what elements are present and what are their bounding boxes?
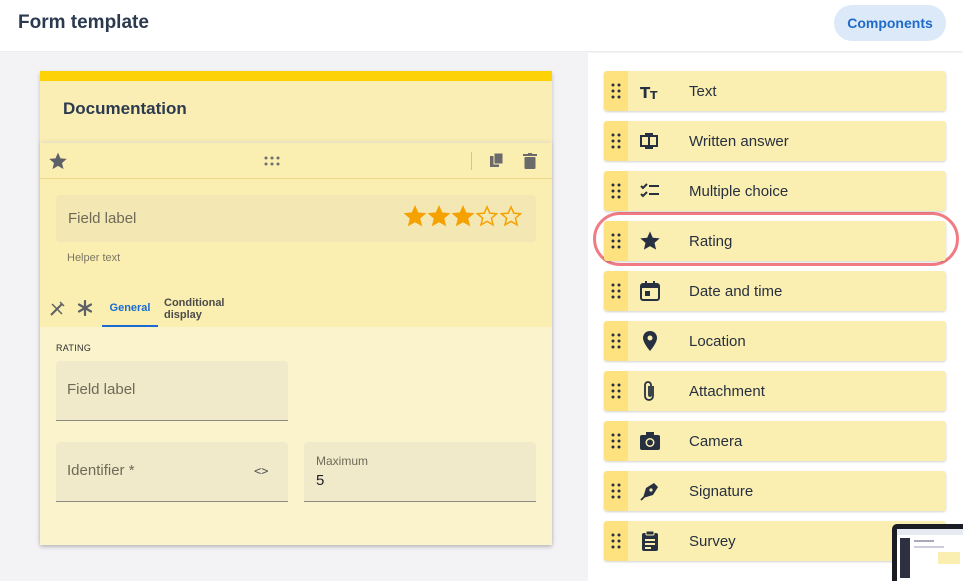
star-icon [640, 231, 660, 250]
drag-grip[interactable] [604, 171, 628, 211]
maximum-input[interactable]: Maximum 5 [304, 442, 536, 502]
component-label: Signature [689, 483, 754, 500]
magic-wand-icon[interactable] [49, 301, 65, 317]
component-location[interactable]: Location [604, 321, 946, 361]
component-attachment[interactable]: Attachment [604, 371, 946, 411]
drag-handle-icon[interactable] [611, 133, 621, 149]
code-icon: <> [254, 464, 269, 478]
tab-general[interactable]: General [102, 291, 158, 327]
component-rating[interactable]: Rating [604, 221, 946, 261]
component-label: Date and time [689, 283, 783, 300]
component-label: Survey [689, 533, 736, 550]
rating-preview-label: Field label [68, 210, 137, 227]
component-label: Text [689, 83, 717, 100]
screen-thumbnail[interactable] [892, 524, 963, 581]
component-multiple-choice[interactable]: Multiple choice [604, 171, 946, 211]
drag-handle-icon[interactable] [611, 83, 621, 99]
drag-grip[interactable] [604, 271, 628, 311]
drag-handle-icon[interactable] [611, 233, 621, 249]
maximum-value: 5 [316, 472, 325, 489]
pen-nib-icon [640, 483, 658, 501]
component-date-and-time[interactable]: Date and time [604, 271, 946, 311]
calendar-icon [640, 281, 660, 301]
field-preview-area: Field label Helper text General Conditio… [40, 143, 552, 327]
component-camera[interactable]: Camera [604, 421, 946, 461]
drag-grip[interactable] [604, 121, 628, 161]
drag-handle-icon[interactable] [264, 155, 280, 167]
component-signature[interactable]: Signature [604, 471, 946, 511]
form-accent-strip [40, 71, 552, 81]
required-asterisk-icon[interactable] [77, 300, 93, 316]
star-outline-icon[interactable] [476, 205, 498, 227]
multiple-choice-icon [640, 183, 659, 198]
star-icon [49, 152, 67, 170]
components-button[interactable]: Components [834, 5, 946, 41]
clipboard-icon [642, 530, 658, 551]
component-written-answer[interactable]: Written answer [604, 121, 946, 161]
toolbar-divider [471, 152, 472, 170]
top-bar: Form template Components [0, 0, 963, 52]
duplicate-icon[interactable] [490, 153, 504, 169]
component-label: Location [689, 333, 746, 350]
written-answer-icon [640, 133, 658, 149]
drag-grip[interactable] [604, 521, 628, 561]
identifier-placeholder: Identifier * [67, 462, 135, 479]
helper-text: Helper text [67, 252, 121, 264]
delete-icon[interactable] [523, 153, 537, 169]
star-outline-icon[interactable] [500, 205, 522, 227]
svg-text:T: T [650, 89, 658, 102]
component-label: Camera [689, 433, 743, 450]
rating-preview: Field label [56, 195, 536, 242]
drag-handle-icon[interactable] [611, 483, 621, 499]
drag-grip[interactable] [604, 371, 628, 411]
drag-grip[interactable] [604, 471, 628, 511]
drag-grip[interactable] [604, 321, 628, 361]
drag-handle-icon[interactable] [611, 533, 621, 549]
tab-conditional-display[interactable]: Conditional display [164, 291, 264, 327]
maximum-label: Maximum [316, 454, 369, 468]
star-filled-icon[interactable] [452, 205, 474, 227]
paperclip-icon [644, 381, 654, 401]
drag-grip[interactable] [604, 421, 628, 461]
field-label-input[interactable]: Field label [56, 361, 288, 421]
component-text[interactable]: T T Text [604, 71, 946, 111]
drag-grip[interactable] [604, 71, 628, 111]
drag-handle-icon[interactable] [611, 433, 621, 449]
drag-handle-icon[interactable] [611, 333, 621, 349]
component-label: Rating [689, 233, 733, 250]
form-title[interactable]: Documentation [63, 99, 187, 119]
rating-field-editor[interactable]: Field label Helper text General Conditio… [40, 143, 552, 545]
location-pin-icon [643, 331, 657, 351]
component-label: Written answer [689, 133, 789, 150]
field-label-placeholder: Field label [67, 381, 136, 398]
star-filled-icon[interactable] [404, 205, 426, 227]
page-title: Form template [18, 12, 149, 33]
form-card: Documentation Field label Helper text Ge… [40, 71, 552, 545]
rating-stars[interactable] [404, 205, 522, 231]
drag-grip[interactable] [604, 221, 628, 261]
drag-handle-icon[interactable] [611, 283, 621, 299]
identifier-input[interactable]: Identifier * <> [56, 442, 288, 502]
drag-handle-icon[interactable] [611, 383, 621, 399]
camera-icon [640, 432, 660, 450]
component-label: Attachment [689, 383, 765, 400]
field-toolbar [40, 143, 552, 179]
star-filled-icon[interactable] [428, 205, 450, 227]
drag-handle-icon[interactable] [611, 183, 621, 199]
component-label: Multiple choice [689, 183, 789, 200]
section-caption-rating: RATING [56, 343, 92, 353]
field-settings-tabs: General Conditional display [40, 291, 552, 327]
text-icon: TT [640, 84, 658, 102]
